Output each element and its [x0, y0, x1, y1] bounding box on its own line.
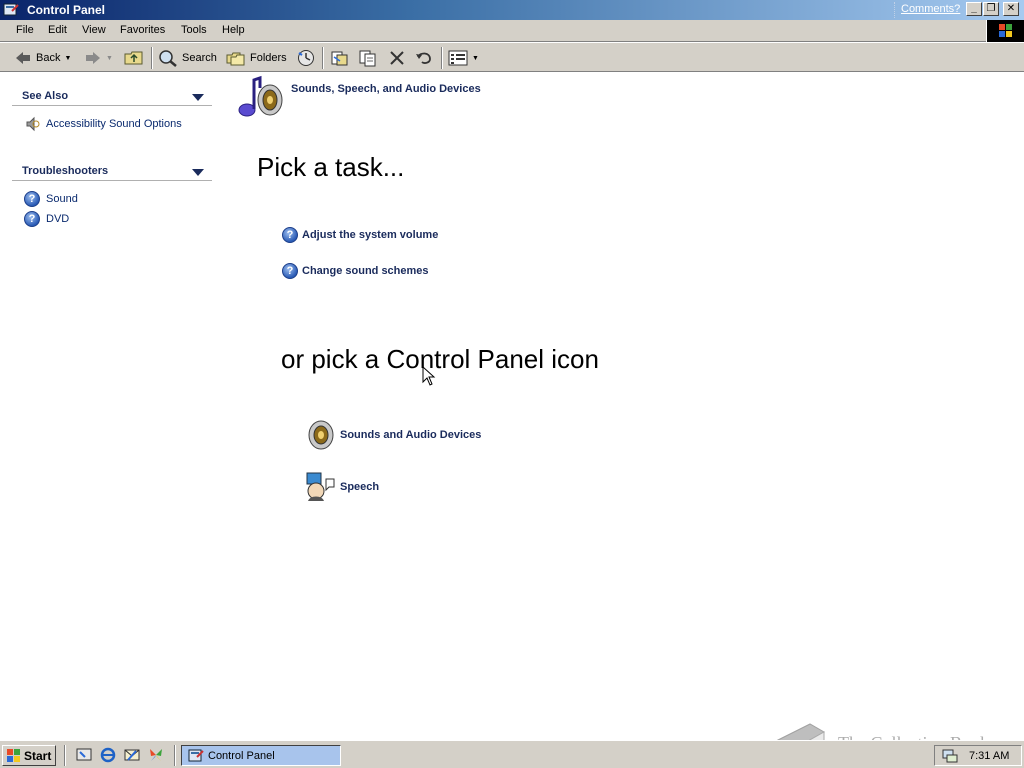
pick-task-heading: Pick a task... — [257, 152, 405, 182]
task-adjust-volume[interactable]: ? Adjust the system volume — [282, 226, 438, 244]
see-also-link-accessibility[interactable]: Accessibility Sound Options — [24, 115, 182, 133]
clock[interactable]: 7:31 AM — [969, 750, 1009, 762]
control-panel-icon — [3, 2, 19, 18]
chevron-down-icon[interactable]: ▼ — [472, 55, 479, 62]
internet-explorer-icon[interactable] — [100, 747, 116, 763]
window-title: Control Panel — [27, 3, 106, 17]
left-task-pane: See Also Accessibility Sound Options Tro… — [0, 72, 222, 738]
menu-edit[interactable]: Edit — [48, 24, 67, 36]
troubleshooter-link-sound[interactable]: ? Sound — [24, 190, 78, 208]
control-panel-icon — [188, 749, 204, 761]
see-also-link-label: Accessibility Sound Options — [46, 118, 182, 130]
menu-help[interactable]: Help — [222, 24, 245, 36]
help-icon: ? — [282, 227, 298, 243]
toolbar-separator — [441, 47, 443, 69]
back-label: Back — [36, 52, 61, 64]
collapse-arrow-icon[interactable] — [192, 94, 204, 101]
close-button[interactable]: ✕ — [1003, 2, 1019, 16]
cpl-label: Speech — [340, 481, 380, 493]
task-label: Change sound schemes — [302, 265, 429, 277]
taskbar: Start Control Panel 7:31 AM — [0, 740, 1024, 768]
copy-to-button[interactable] — [358, 48, 378, 68]
troubleshooter-link-label: Sound — [46, 193, 78, 205]
history-button[interactable] — [296, 48, 316, 68]
taskbar-button-label: Control Panel — [208, 749, 275, 762]
copy-to-icon — [359, 50, 376, 67]
mouse-pointer-icon — [422, 366, 436, 386]
forward-button[interactable]: ▼ — [84, 48, 113, 68]
comments-link[interactable]: Comments? — [894, 2, 966, 18]
cpl-label: Sounds and Audio Devices — [340, 429, 482, 441]
network-icon[interactable] — [941, 748, 959, 764]
move-to-button[interactable] — [330, 48, 350, 68]
show-desktop-icon[interactable] — [76, 747, 92, 763]
troubleshooter-link-label: DVD — [46, 213, 70, 225]
minimize-button[interactable]: _ — [966, 2, 982, 16]
windows-flag-icon — [7, 748, 20, 762]
category-title: Sounds, Speech, and Audio Devices — [291, 83, 481, 95]
taskbar-separator — [64, 745, 66, 766]
troubleshooter-link-dvd[interactable]: ? DVD — [24, 210, 69, 228]
history-icon — [298, 50, 314, 66]
taskbar-button-control-panel[interactable]: Control Panel — [181, 745, 341, 766]
move-to-icon — [331, 51, 348, 66]
restore-button[interactable]: ❐ — [983, 2, 999, 16]
search-label: Search — [182, 52, 217, 64]
chevron-down-icon[interactable]: ▼ — [106, 55, 113, 62]
folders-button[interactable]: Folders — [226, 48, 287, 68]
back-button[interactable]: Back ▼ — [14, 48, 71, 68]
cpl-speech[interactable]: Speech — [304, 470, 379, 504]
toolbar-separator — [322, 47, 324, 69]
folders-icon — [226, 52, 245, 66]
speech-icon — [306, 472, 335, 501]
views-button[interactable]: ▼ — [448, 48, 479, 68]
help-icon: ? — [24, 211, 40, 227]
forward-arrow-icon — [86, 52, 100, 64]
windows-flag-icon — [999, 24, 1012, 37]
menu-bar: File Edit View Favorites Tools Help — [0, 20, 1024, 42]
views-icon — [448, 50, 468, 66]
windows-logo — [986, 20, 1024, 42]
outlook-express-icon[interactable] — [124, 747, 140, 763]
cpl-sounds-audio-devices[interactable]: Sounds and Audio Devices — [304, 418, 481, 452]
delete-icon — [390, 51, 404, 65]
music-note-speaker-icon — [236, 74, 288, 123]
task-change-sound-schemes[interactable]: ? Change sound schemes — [282, 262, 429, 280]
task-label: Adjust the system volume — [302, 229, 439, 241]
speaker-icon — [26, 116, 40, 132]
help-icon: ? — [282, 263, 298, 279]
folders-label: Folders — [250, 52, 287, 64]
undo-icon — [416, 52, 431, 64]
menu-view[interactable]: View — [82, 24, 106, 36]
back-arrow-icon — [16, 52, 30, 64]
menu-tools[interactable]: Tools — [181, 24, 207, 36]
collapse-arrow-icon[interactable] — [192, 169, 204, 176]
search-button[interactable]: Search — [158, 48, 217, 68]
menu-file[interactable]: File — [16, 24, 34, 36]
troubleshooters-title: Troubleshooters — [22, 165, 109, 177]
taskbar-separator — [174, 745, 176, 766]
system-tray: 7:31 AM — [934, 745, 1022, 766]
msn-butterfly-icon[interactable] — [148, 747, 164, 763]
pick-icon-heading: or pick a Control Panel icon — [281, 344, 599, 374]
start-button[interactable]: Start — [2, 745, 56, 766]
speaker-icon — [308, 420, 334, 450]
see-also-title: See Also — [22, 90, 69, 102]
start-label: Start — [24, 748, 52, 763]
title-bar[interactable]: Control Panel Comments? _ ❐ ✕ — [0, 0, 1024, 20]
undo-button[interactable] — [414, 48, 434, 68]
troubleshooters-header[interactable]: Troubleshooters — [12, 161, 212, 181]
see-also-header[interactable]: See Also — [12, 86, 212, 106]
help-icon: ? — [24, 191, 40, 207]
toolbar-separator — [151, 47, 153, 69]
search-icon — [159, 50, 177, 67]
folder-up-icon — [124, 51, 143, 65]
main-content: Sounds, Speech, and Audio Devices Pick a… — [222, 72, 1024, 738]
toolbar: Back ▼ ▼ Search Folders ▼ — [0, 42, 1024, 72]
up-folder-button[interactable] — [124, 48, 144, 68]
delete-button[interactable] — [388, 48, 406, 68]
chevron-down-icon[interactable]: ▼ — [64, 55, 71, 62]
menu-favorites[interactable]: Favorites — [120, 24, 165, 36]
